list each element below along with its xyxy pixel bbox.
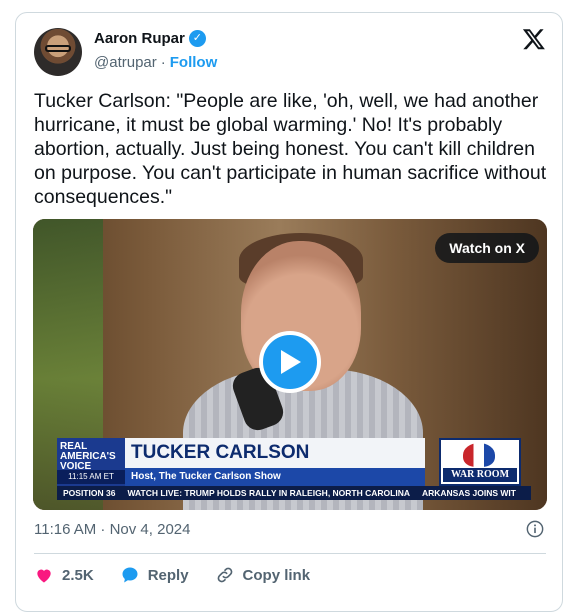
- author-handle[interactable]: @atrupar: [94, 54, 157, 71]
- broadcast-time: 11:15 AM ET: [57, 470, 125, 484]
- divider: [34, 553, 546, 554]
- reply-bubble-icon: [122, 567, 138, 583]
- play-button[interactable]: [259, 331, 321, 393]
- copy-link-label: Copy link: [242, 566, 311, 584]
- tweet-text: Tucker Carlson: "People are like, 'oh, w…: [34, 90, 547, 208]
- info-icon[interactable]: [526, 520, 544, 538]
- eagle-logo-icon: [463, 443, 495, 467]
- author-handle-row: @atrupar · Follow: [94, 54, 217, 71]
- x-logo-icon[interactable]: [522, 27, 546, 51]
- verified-badge-icon: ✓: [188, 30, 206, 47]
- ticker-item: ARKANSAS JOINS WIT: [421, 488, 516, 498]
- news-ticker: POSITION 36 WATCH LIVE: TRUMP HOLDS RALL…: [57, 486, 531, 500]
- lower-third-title: Host, The Tucker Carlson Show: [125, 468, 425, 486]
- ticker-item: POSITION 36: [63, 488, 116, 498]
- like-button[interactable]: 2.5K: [34, 565, 94, 585]
- reply-label: Reply: [147, 566, 189, 584]
- separator: ·: [160, 54, 166, 71]
- video-player[interactable]: Watch on X REAL AMERICA'S VOICE 11:15 AM…: [33, 219, 547, 510]
- action-bar: 2.5K Reply Copy link: [34, 565, 310, 585]
- like-count: 2.5K: [62, 566, 94, 584]
- copy-link-button[interactable]: Copy link: [215, 565, 311, 585]
- tweet-timestamp[interactable]: 11:16 AM · Nov 4, 2024: [34, 521, 190, 538]
- avatar[interactable]: [34, 28, 82, 76]
- heart-icon: [37, 569, 51, 583]
- tweet-card: Aaron Rupar ✓ @atrupar · Follow Tucker Car…: [15, 12, 563, 612]
- follow-button[interactable]: Follow: [170, 54, 218, 71]
- author-name[interactable]: Aaron Rupar: [94, 30, 185, 47]
- play-icon: [281, 350, 301, 374]
- show-logo: WAR ROOM: [439, 438, 521, 486]
- ticker-item: WATCH LIVE: TRUMP HOLDS RALLY IN RALEIGH…: [127, 488, 410, 498]
- broadcast-lower-third: REAL AMERICA'S VOICE 11:15 AM ET TUCKER …: [57, 438, 531, 500]
- reply-button[interactable]: Reply: [120, 565, 189, 585]
- author-name-row: Aaron Rupar ✓: [94, 30, 206, 47]
- link-icon: [217, 567, 232, 583]
- watch-on-x-button[interactable]: Watch on X: [435, 233, 539, 263]
- lower-third-name: TUCKER CARLSON: [125, 438, 425, 468]
